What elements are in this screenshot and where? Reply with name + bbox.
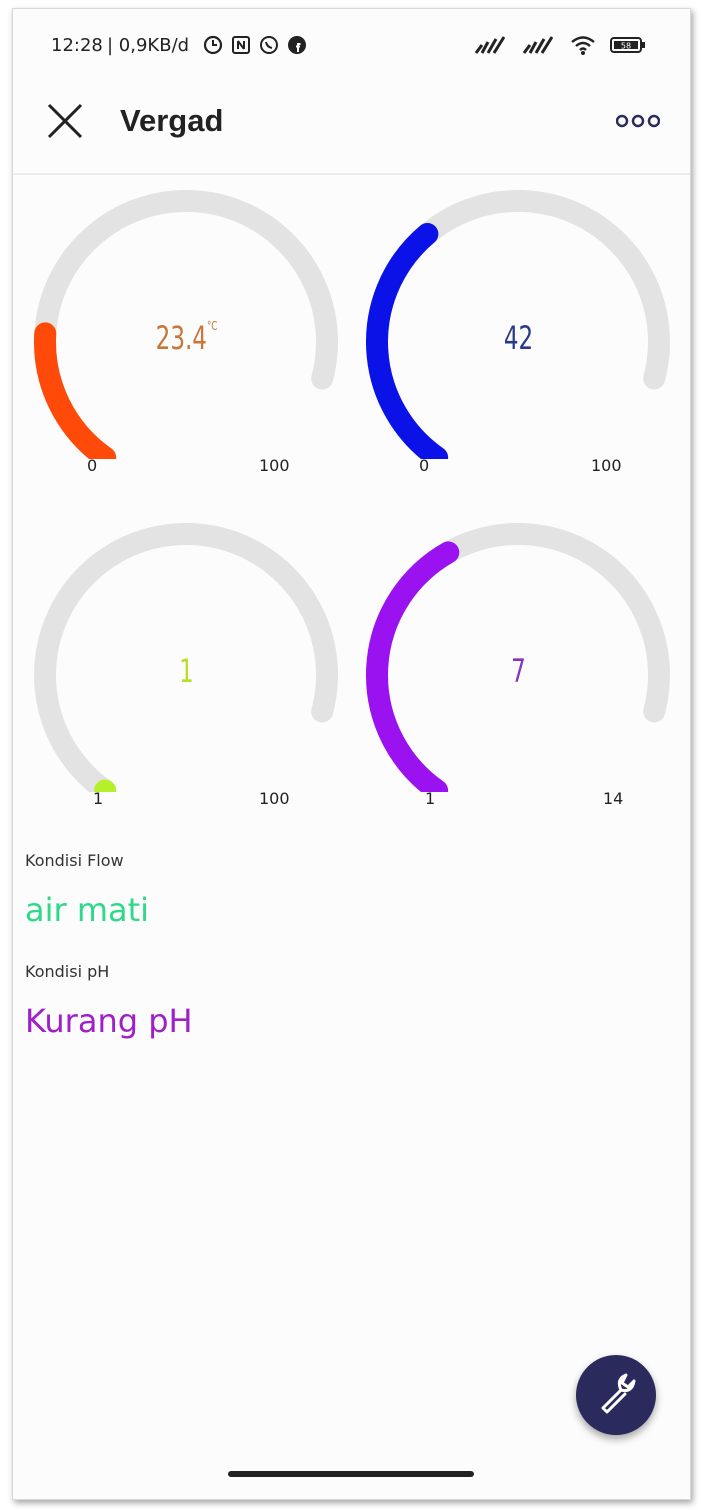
gauge-temperature-unit: °C <box>206 319 218 333</box>
facebook-icon <box>288 36 306 54</box>
gauge-2-min: 0 <box>419 456 430 475</box>
gauge-3-max: 100 <box>259 789 290 808</box>
gauge-ph-min: 1 <box>425 789 436 808</box>
ph-label: Kondisi pH <box>25 962 110 981</box>
phone-screen: 12:28 | 0,9KB/d 58 Vergad 23.4°C 0 100 4… <box>12 8 691 1500</box>
nfc-icon <box>232 36 250 54</box>
gauge-ph-value: 7 <box>398 652 639 690</box>
signal-icon <box>474 36 506 54</box>
system-icons: 58 <box>474 35 646 55</box>
more-options-icon[interactable] <box>616 111 660 131</box>
gauge-3-min: 1 <box>93 789 104 808</box>
gauge-3: 1 1 100 <box>19 512 354 822</box>
network-speed: | 0,9KB/d <box>107 35 190 56</box>
gauge-temperature-max: 100 <box>259 456 290 475</box>
status-time: 12:28 <box>51 35 103 56</box>
ph-value: Kurang pH <box>25 1002 193 1040</box>
clock-icon <box>203 35 223 55</box>
gauge-temperature: 23.4°C 0 100 <box>19 179 354 489</box>
gauge-2: 42 0 100 <box>351 179 686 489</box>
gauge-3-value: 1 <box>66 652 307 690</box>
gauge-2-number: 42 <box>503 319 534 357</box>
app-bar: Vergad <box>13 81 690 175</box>
status-bar: 12:28 | 0,9KB/d 58 <box>13 9 690 81</box>
close-icon[interactable] <box>45 101 85 141</box>
settings-fab[interactable] <box>576 1355 656 1435</box>
home-indicator <box>228 1471 474 1477</box>
gauge-temperature-number: 23.4 <box>155 319 207 357</box>
gauge-ph: 7 1 14 <box>351 512 686 822</box>
battery-icon: 58 <box>610 37 645 53</box>
gauge-2-value: 42 <box>398 319 639 357</box>
wifi-icon <box>571 36 595 55</box>
flow-value: air mati <box>25 891 150 929</box>
gauge-ph-max: 14 <box>603 789 624 808</box>
flow-label: Kondisi Flow <box>25 851 124 870</box>
whatsapp-icon <box>260 36 278 54</box>
signal-icon-2 <box>522 36 554 54</box>
notification-icons <box>203 35 307 55</box>
gauge-3-number: 1 <box>179 652 194 690</box>
page-title: Vergad <box>120 103 224 138</box>
gauge-ph-number: 7 <box>511 652 526 690</box>
wrench-icon <box>601 1373 636 1414</box>
gauge-temperature-min: 0 <box>87 456 98 475</box>
gauge-temperature-value: 23.4°C <box>66 319 307 357</box>
battery-level: 58 <box>621 42 631 51</box>
gauge-2-max: 100 <box>591 456 622 475</box>
